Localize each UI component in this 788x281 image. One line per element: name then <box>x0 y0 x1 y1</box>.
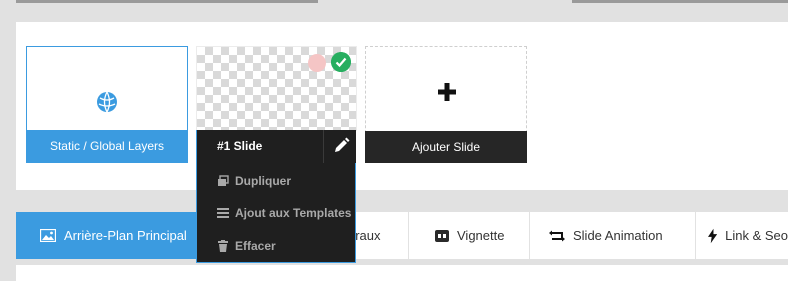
pencil-icon <box>335 137 350 152</box>
globe-icon <box>97 91 117 113</box>
add-to-templates-item[interactable]: Ajout aux Templates <box>197 202 356 224</box>
check-icon <box>331 52 351 72</box>
top-divider-right <box>572 0 788 3</box>
tab-link-seo-label: Link & Seo <box>725 228 788 243</box>
top-divider-left <box>16 0 318 3</box>
animation-icon <box>549 230 565 241</box>
image-icon <box>40 229 56 242</box>
tab-slide-animation[interactable]: Slide Animation <box>530 212 696 259</box>
slides-panel: Static / Global Layers Ajouter Slide <box>16 22 788 190</box>
thumbnail-icon <box>435 229 449 242</box>
duplicate-icon <box>218 175 229 186</box>
add-slide-label: Ajouter Slide <box>365 131 527 163</box>
tab-thumbnail-label: Vignette <box>457 228 505 243</box>
add-slide-card[interactable]: Ajouter Slide <box>365 46 527 163</box>
edit-slide-button[interactable] <box>323 130 356 163</box>
tab-link-seo[interactable]: Link & Seo <box>696 212 788 259</box>
delete-slide-item[interactable]: Effacer <box>197 235 356 257</box>
duplicate-slide-label: Dupliquer <box>235 174 291 188</box>
settings-panel <box>16 265 788 281</box>
delete-slide-label: Effacer <box>235 239 276 253</box>
slide-context-menu: #1 Slide Dupliquer Ajout aux Templates E… <box>196 130 356 263</box>
add-to-templates-label: Ajout aux Templates <box>235 206 352 220</box>
lightning-icon <box>708 228 718 243</box>
static-layers-card[interactable]: Static / Global Layers <box>26 46 188 163</box>
static-layers-label: Static / Global Layers <box>27 130 187 162</box>
slide-menu-title: #1 Slide <box>217 139 263 153</box>
slide-settings-tabs: Arrière-Plan Principal éraux Vignette Sl… <box>16 212 788 259</box>
tab-slide-animation-label: Slide Animation <box>573 228 663 243</box>
plus-icon <box>438 83 456 101</box>
trash-icon <box>218 240 228 252</box>
list-icon <box>217 208 229 218</box>
slide-menu-header[interactable]: #1 Slide <box>197 130 356 163</box>
duplicate-slide-item[interactable]: Dupliquer <box>197 170 356 192</box>
tab-thumbnail[interactable]: Vignette <box>409 212 530 259</box>
tab-main-background[interactable]: Arrière-Plan Principal <box>16 212 198 259</box>
tab-main-background-label: Arrière-Plan Principal <box>64 228 187 243</box>
slide-status-icon <box>308 54 326 72</box>
top-strip <box>0 0 788 22</box>
